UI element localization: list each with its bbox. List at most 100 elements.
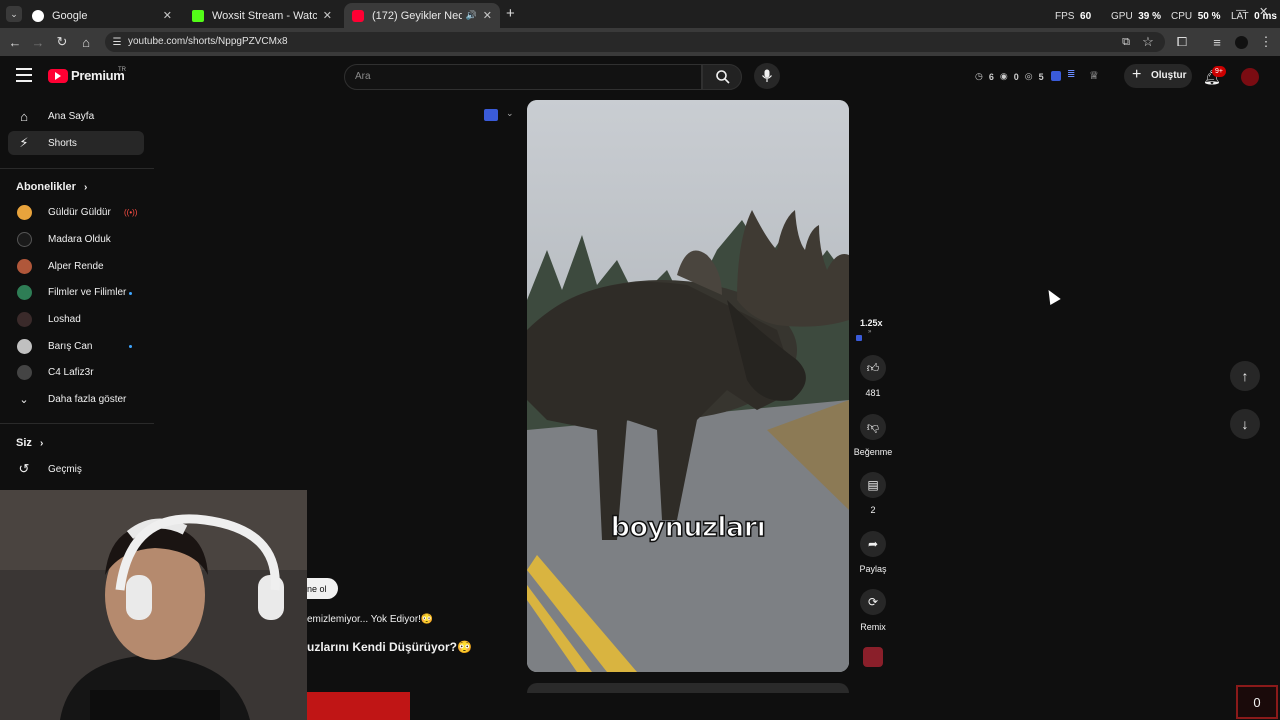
- cpu-value: 50 %: [1197, 11, 1221, 22]
- webcam-overlay: [0, 490, 307, 720]
- playback-speed-label[interactable]: 1.25x: [860, 318, 883, 328]
- extensions-icon[interactable]: ⧠: [1174, 34, 1190, 50]
- next-short-button[interactable]: ↓: [1230, 409, 1260, 439]
- previous-short-button[interactable]: ↑: [1230, 361, 1260, 391]
- red-banner: [307, 692, 410, 720]
- fps-label: FPS: [1055, 11, 1075, 22]
- comment-icon: ▤: [867, 478, 879, 492]
- share-button[interactable]: ➦: [860, 531, 886, 557]
- site-info-icon[interactable]: ☰: [109, 34, 125, 50]
- create-label: Oluştur: [1151, 70, 1187, 81]
- sidebar-item-guldur-guldur[interactable]: Güldür Güldür: [48, 207, 111, 218]
- sidebar-item-history[interactable]: Geçmiş: [48, 464, 82, 475]
- gpu-readout: GPU 39 %: [1111, 11, 1161, 22]
- clock-icon: ◷: [975, 71, 983, 81]
- dislike-button[interactable]: 👎︎: [860, 414, 886, 440]
- remix-button[interactable]: ⟳: [860, 589, 886, 615]
- close-tab-icon[interactable]: ✕: [163, 9, 172, 22]
- thumbs-up-icon: 👍︎: [866, 360, 880, 375]
- profile-icon[interactable]: [1233, 34, 1249, 50]
- tab-youtube-short[interactable]: (172) Geyikler Neden Boynu 🔊 ✕: [344, 3, 500, 28]
- cpu-readout: CPU 50 %: [1171, 11, 1220, 22]
- install-app-icon[interactable]: ⧉: [1118, 34, 1134, 50]
- mouse-cursor-icon: [1043, 286, 1061, 306]
- like-count: 481: [865, 388, 881, 398]
- chevron-down-icon[interactable]: ⌄: [506, 108, 514, 119]
- sidebar-item-alper-rende[interactable]: Alper Rende: [48, 261, 104, 272]
- search-icon: [716, 70, 730, 84]
- arrow-down-icon: ↓: [1241, 416, 1249, 432]
- quality-extension-icon[interactable]: [484, 109, 498, 121]
- counter-a: 6: [988, 71, 994, 82]
- speaker-icon[interactable]: 🔊: [466, 10, 477, 21]
- microphone-icon: [762, 69, 772, 82]
- live-indicator-icon: ((•)): [124, 208, 138, 217]
- channel-avatar: [17, 312, 32, 327]
- chevron-right-icon: ›: [39, 438, 44, 449]
- sidebar-item-baris-can[interactable]: Barış Can: [48, 341, 92, 352]
- url-text[interactable]: youtube.com/shorts/NppgPZVCMx8: [128, 36, 288, 47]
- tab-title: Google: [52, 9, 88, 22]
- channel-avatar: [17, 339, 32, 354]
- search-input[interactable]: [344, 64, 702, 90]
- reload-icon[interactable]: ↻: [54, 34, 70, 50]
- close-tab-icon[interactable]: ✕: [323, 9, 332, 22]
- sound-thumbnail[interactable]: [863, 647, 883, 667]
- media-controls-icon[interactable]: ≡: [1209, 34, 1225, 50]
- you-heading[interactable]: Siz ›: [16, 437, 43, 449]
- close-tab-icon[interactable]: ✕: [483, 9, 492, 22]
- youtube-icon: [352, 9, 364, 22]
- counter-c: 5: [1038, 71, 1044, 82]
- shorts-icon: ⚡︎: [19, 135, 29, 150]
- sidebar-show-more[interactable]: Daha fazla göster: [48, 394, 126, 405]
- channel-avatar: [17, 205, 32, 220]
- sidebar-label-shorts: Shorts: [48, 138, 77, 149]
- gpu-value: 39 %: [1138, 11, 1162, 22]
- sidebar-divider: [0, 168, 154, 169]
- hamburger-menu-icon[interactable]: [16, 68, 32, 82]
- search-button[interactable]: [702, 64, 742, 90]
- close-window-icon[interactable]: ✕: [1259, 5, 1268, 18]
- eye-icon: ◉: [999, 71, 1008, 81]
- counter-widget: 0: [1236, 685, 1278, 719]
- comments-button[interactable]: ▤: [860, 472, 886, 498]
- plus-icon: +: [1132, 66, 1142, 83]
- counter-b: 0: [1013, 71, 1019, 82]
- like-button[interactable]: 👍︎: [860, 355, 886, 381]
- extension-blue-icon[interactable]: [1051, 71, 1061, 81]
- short-description: emizlemiyor... Yok Ediyor!😳: [307, 614, 434, 625]
- sidebar-item-home[interactable]: Ana Sayfa: [48, 111, 94, 122]
- video-caption: boynuzları: [610, 511, 767, 544]
- extension-counters: ◷ 6 ◉ 0 ◎ 5: [975, 71, 1044, 82]
- short-video-player[interactable]: [527, 100, 849, 672]
- youtube-logo[interactable]: Premium: [48, 68, 125, 83]
- tab-woxsit[interactable]: Woxsit Stream - Watch Live on ✕: [184, 3, 340, 28]
- sidebar-item-loshad[interactable]: Loshad: [48, 314, 81, 325]
- sidebar-item-filmler-ve-filimler[interactable]: Filmler ve Filimler: [48, 287, 126, 298]
- voice-search-button[interactable]: [754, 63, 780, 89]
- remix-icon: ⟳: [867, 595, 879, 609]
- bookmark-star-icon[interactable]: ☆: [1140, 34, 1156, 50]
- back-icon[interactable]: ←: [7, 34, 23, 50]
- menu-kebab-icon[interactable]: ⋮: [1258, 34, 1274, 50]
- minimize-icon[interactable]: —: [1236, 5, 1246, 16]
- fps-readout: FPS 60: [1055, 11, 1091, 22]
- account-avatar[interactable]: [1241, 68, 1259, 86]
- share-arrow-icon: ➦: [867, 537, 879, 551]
- trophy-icon[interactable]: ♕: [1089, 69, 1099, 82]
- tab-google[interactable]: Google ✕: [24, 3, 180, 28]
- arrow-up-icon: ↑: [1241, 368, 1249, 384]
- create-button[interactable]: + Oluştur: [1124, 64, 1192, 88]
- dislike-label: Beğenme: [853, 447, 893, 457]
- sidebar-item-madara-olduk[interactable]: Madara Olduk: [48, 234, 111, 245]
- tab-search-button[interactable]: ⌄: [6, 6, 22, 22]
- comment-count: 2: [870, 505, 876, 515]
- home-icon[interactable]: ⌂: [78, 34, 94, 50]
- extension-list-icon[interactable]: ≣: [1067, 69, 1075, 80]
- youtube-play-icon: [48, 68, 68, 83]
- new-tab-button[interactable]: +: [506, 5, 515, 22]
- sidebar-item-c4-lafiz3r[interactable]: C4 Lafiz3r: [48, 367, 94, 378]
- new-content-dot: [129, 292, 132, 295]
- forward-icon[interactable]: →: [30, 34, 46, 50]
- subscriptions-heading[interactable]: Abonelikler ›: [16, 181, 87, 193]
